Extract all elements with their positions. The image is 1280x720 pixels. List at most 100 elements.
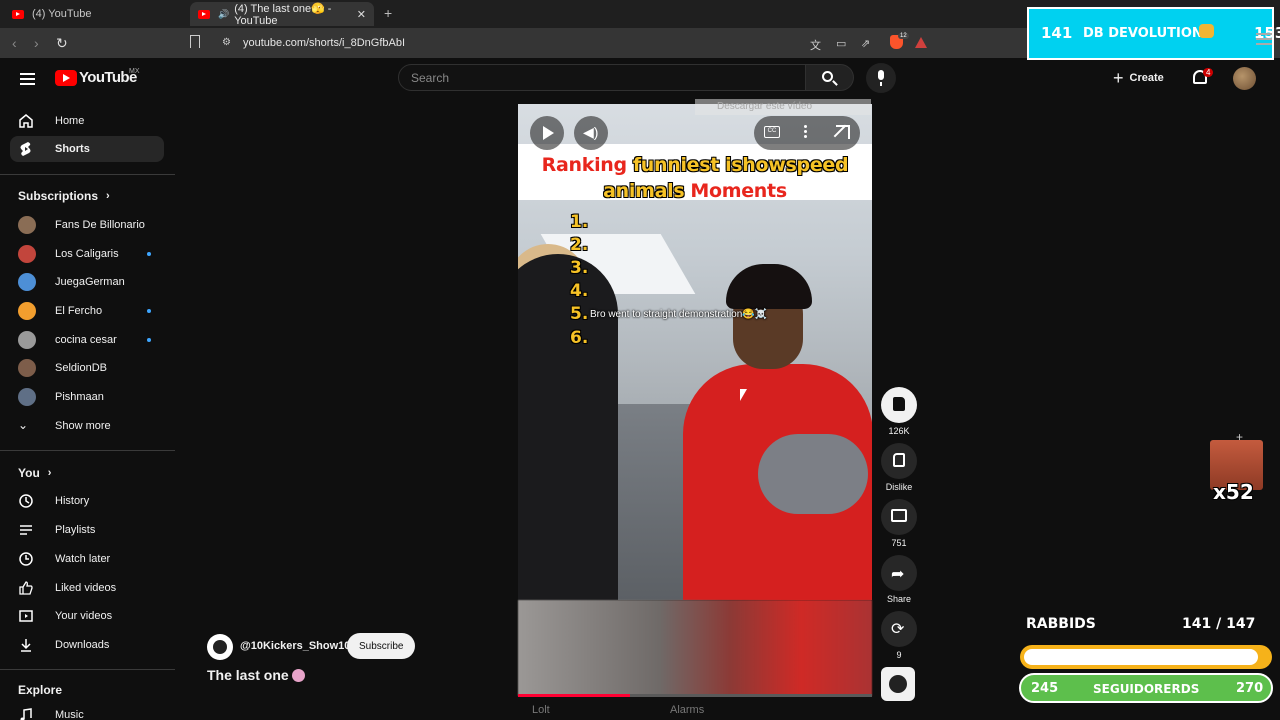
country-code: MX xyxy=(129,68,140,75)
tab-close-icon[interactable]: ✕ xyxy=(357,8,366,21)
dislike-button[interactable] xyxy=(881,443,917,479)
sidebar-divider xyxy=(0,174,175,175)
chevron-right-icon: › xyxy=(47,467,52,479)
explore-heading-label: Explore xyxy=(18,683,63,697)
sidebar-item-downloads[interactable]: Downloads xyxy=(10,632,164,658)
thumbs-down-icon xyxy=(893,453,905,467)
new-content-dot xyxy=(147,338,151,342)
peeking-emoji-icon xyxy=(291,669,305,682)
sidebar-item-label: Downloads xyxy=(55,639,110,651)
followers-label: SEGUIDORERDS xyxy=(1093,682,1200,696)
video-frame-cat xyxy=(758,434,868,514)
video-progress-fill xyxy=(518,694,630,697)
cast-icon[interactable]: ▭ xyxy=(836,37,846,50)
share-button[interactable]: ➦ xyxy=(881,555,917,591)
channel-avatar xyxy=(18,273,36,291)
dislike-label: Dislike xyxy=(885,482,913,492)
video-progress-bar[interactable] xyxy=(518,694,872,697)
site-info-icon[interactable]: ⚙ xyxy=(222,37,231,48)
video-title-word: ishowspeed xyxy=(725,154,849,176)
volume-button[interactable]: ◀) xyxy=(574,116,608,150)
reload-icon[interactable]: ↻ xyxy=(56,35,68,52)
voice-search-icon[interactable] xyxy=(866,63,896,93)
sidebar-item-subscription[interactable]: El Fercho xyxy=(10,298,164,324)
sidebar-item-label: Watch later xyxy=(55,553,111,565)
sidebar-divider xyxy=(0,450,175,451)
more-options-icon[interactable] xyxy=(804,125,807,140)
sidebar-item-playlists[interactable]: Playlists xyxy=(10,517,164,543)
sidebar-item-label: El Fercho xyxy=(55,305,103,317)
playlists-icon xyxy=(18,522,36,538)
sidebar-item-label: cocina cesar xyxy=(55,334,117,346)
sidebar-item-label: Los Caligaris xyxy=(55,248,119,260)
fullscreen-icon[interactable] xyxy=(836,125,850,139)
youtube-favicon-icon xyxy=(198,9,210,19)
share-page-icon[interactable]: ⇗ xyxy=(861,37,870,50)
sidebar-item-home[interactable]: Home xyxy=(10,108,164,134)
video-caption: Bro went to straight demonstration😂☠️ xyxy=(590,309,768,320)
download-extension-bar[interactable]: Descargar este vídeo xyxy=(695,99,871,115)
sidebar-item-watch-later[interactable]: Watch later xyxy=(10,546,164,572)
comment-count: 751 xyxy=(891,538,907,548)
forward-icon[interactable]: › xyxy=(34,35,39,51)
sidebar-item-music[interactable]: Music xyxy=(10,702,164,720)
next-short-preview[interactable] xyxy=(518,600,872,696)
browser-tab-youtube[interactable]: (4) YouTube xyxy=(4,2,190,26)
address-bar[interactable]: ⚙ youtube.com/shorts/i_8DnGfbAbI xyxy=(186,31,940,55)
video-title-word: funniest xyxy=(632,154,720,176)
youtube-logo-icon[interactable] xyxy=(55,70,77,86)
subscriptions-heading[interactable]: Subscriptions › xyxy=(18,189,110,203)
search-button[interactable] xyxy=(806,64,854,91)
notification-count-badge: 4 xyxy=(1203,68,1214,77)
short-video-player[interactable]: Ranking funniest ishowspeed animals Moments… xyxy=(518,104,872,600)
create-label: Create xyxy=(1129,72,1164,84)
tab-label: (4) YouTube xyxy=(32,8,92,20)
sidebar-item-subscription[interactable]: SeldionDB xyxy=(10,355,164,381)
channel-avatar xyxy=(18,245,36,263)
channel-avatar[interactable] xyxy=(207,634,233,660)
back-icon[interactable]: ‹ xyxy=(12,35,17,51)
sidebar-item-label: Home xyxy=(55,115,85,127)
comments-button[interactable] xyxy=(881,499,917,535)
search-input[interactable]: Search xyxy=(398,64,806,91)
sidebar-item-liked-videos[interactable]: Liked videos xyxy=(10,575,164,601)
like-button[interactable] xyxy=(881,387,917,423)
captions-icon[interactable]: CC xyxy=(764,126,780,138)
bookmark-icon[interactable] xyxy=(190,35,200,48)
shield-count-badge: 12 xyxy=(898,33,909,39)
subscriptions-heading-label: Subscriptions xyxy=(18,189,99,203)
youtube-favicon-icon xyxy=(12,9,24,19)
sidebar-item-history[interactable]: History xyxy=(10,488,164,514)
hamburger-menu-icon[interactable] xyxy=(20,73,35,88)
play-button[interactable] xyxy=(530,116,564,150)
sound-source-thumbnail[interactable] xyxy=(881,667,915,701)
video-title-word: animals xyxy=(603,180,685,202)
stream-overlay-banner: 141 DB DEVOLUTION 153 xyxy=(1027,7,1280,60)
create-button[interactable]: + Create xyxy=(1113,68,1164,88)
sidebar-item-your-videos[interactable]: Your videos xyxy=(10,603,164,629)
sidebar-show-more[interactable]: ⌄ Show more xyxy=(10,413,164,439)
video-title-word: Moments xyxy=(690,180,787,202)
new-tab-icon[interactable]: + xyxy=(384,5,392,21)
channel-name[interactable]: @10Kickers_Show10 xyxy=(240,640,350,652)
short-title: The last one xyxy=(207,667,305,683)
brave-rewards-icon[interactable] xyxy=(915,37,927,48)
you-heading[interactable]: You › xyxy=(18,466,51,480)
overlay-left-number: 141 xyxy=(1041,24,1073,42)
sidebar-item-subscription[interactable]: cocina cesar xyxy=(10,327,164,353)
subscribe-button[interactable]: Subscribe xyxy=(347,633,416,659)
screen: (4) YouTube 🔊 (4) The last one🫣 - YouTub… xyxy=(0,0,1280,720)
sidebar-divider xyxy=(0,669,175,670)
browser-tab-short[interactable]: 🔊 (4) The last one🫣 - YouTube ✕ xyxy=(190,2,374,27)
sidebar-item-shorts[interactable]: Shorts xyxy=(10,136,164,162)
sidebar-item-subscription[interactable]: Fans De Billonario xyxy=(10,212,164,238)
sidebar-item-subscription[interactable]: Los Caligaris xyxy=(10,241,164,267)
sidebar-item-subscription[interactable]: JuegaGerman xyxy=(10,269,164,295)
share-label: Share xyxy=(886,594,912,604)
channel-avatar xyxy=(18,359,36,377)
remix-button[interactable]: ⟳ xyxy=(881,611,917,647)
sidebar-item-label: Playlists xyxy=(55,524,96,536)
account-avatar[interactable] xyxy=(1233,67,1256,90)
sidebar-item-subscription[interactable]: Pishmaan xyxy=(10,384,164,410)
translate-icon[interactable]: 文 xyxy=(810,37,821,53)
